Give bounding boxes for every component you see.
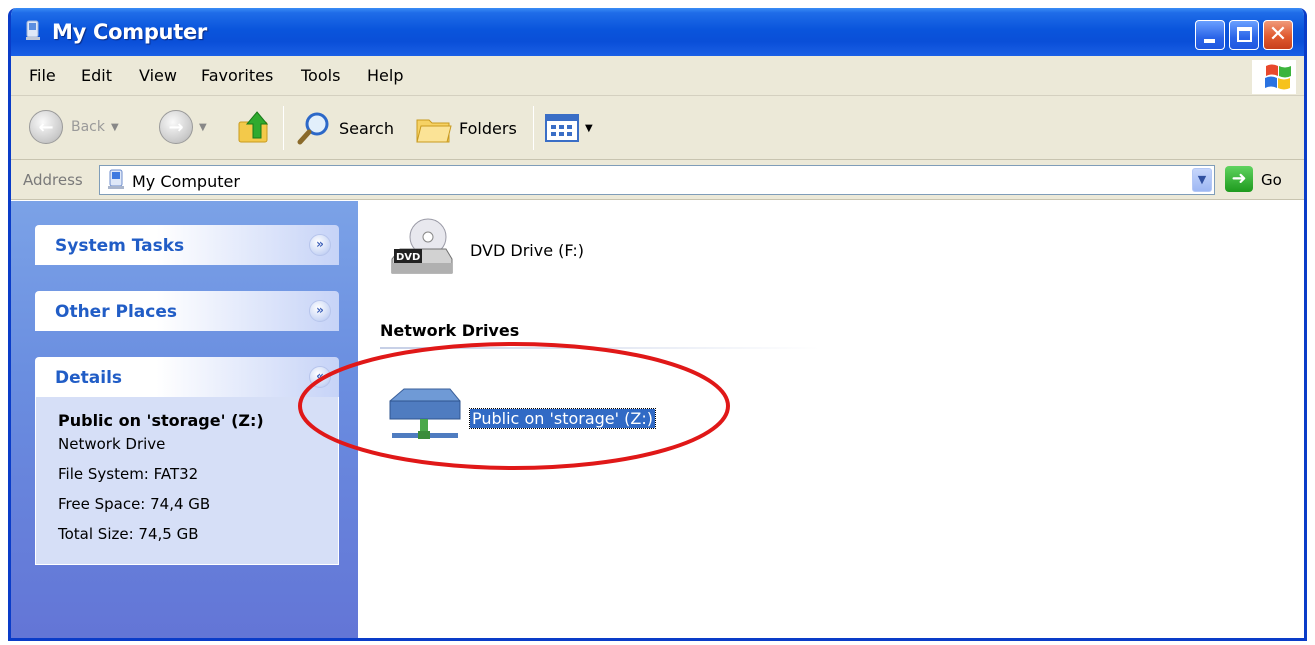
address-value: My Computer xyxy=(132,172,240,191)
windows-logo-icon xyxy=(1252,60,1296,94)
other-places-title: Other Places xyxy=(55,302,177,322)
search-label: Search xyxy=(339,118,394,138)
maximize-button[interactable] xyxy=(1229,20,1259,50)
close-button[interactable]: ✕ xyxy=(1263,20,1293,50)
search-icon xyxy=(297,112,329,145)
minimize-button[interactable] xyxy=(1195,20,1225,50)
toolbar-separator xyxy=(533,106,534,150)
chevron-down-icon: ▼ xyxy=(585,122,593,134)
go-arrow-icon[interactable]: ➜ xyxy=(1225,166,1253,192)
system-tasks-header[interactable]: System Tasks » xyxy=(35,225,339,265)
close-icon: ✕ xyxy=(1268,22,1288,47)
search-button[interactable]: Search xyxy=(297,110,394,146)
details-total-size: Total Size: 74,5 GB xyxy=(58,525,199,543)
menu-file[interactable]: File xyxy=(29,66,56,85)
collapse-chevron-icon[interactable]: « xyxy=(309,366,331,388)
folders-label: Folders xyxy=(459,118,517,138)
details-title: Details xyxy=(55,368,123,388)
details-item-type: Network Drive xyxy=(58,435,166,453)
details-panel: Public on 'storage' (Z:) Network Drive F… xyxy=(35,397,339,565)
dvd-drive-label[interactable]: DVD Drive (F:) xyxy=(470,241,584,260)
address-bar: Address My Computer ▼ ➜ Go xyxy=(11,160,1304,200)
details-free-space: Free Space: 74,4 GB xyxy=(58,495,211,513)
up-button[interactable] xyxy=(237,108,273,146)
forward-button[interactable]: → ▼ xyxy=(159,110,207,144)
address-label: Address xyxy=(23,171,83,189)
details-item-name: Public on 'storage' (Z:) xyxy=(58,411,264,430)
dvd-drive-icon[interactable]: DVD xyxy=(386,215,456,285)
menu-tools[interactable]: Tools xyxy=(301,66,340,85)
up-folder-icon xyxy=(238,111,269,143)
task-pane: System Tasks » Other Places » Details « … xyxy=(11,201,358,638)
network-drive-label[interactable]: Public on 'storage' (Z:) xyxy=(469,408,656,429)
back-label: Back xyxy=(71,119,105,135)
address-field[interactable]: My Computer ▼ xyxy=(99,165,1215,195)
standard-toolbar: ← Back ▼ → ▼ Search Folders ▼ xyxy=(11,96,1304,160)
forward-arrow-icon: → xyxy=(159,110,193,144)
address-dropdown-button[interactable]: ▼ xyxy=(1192,168,1212,192)
section-divider xyxy=(380,347,820,349)
content-pane: DVD DVD Drive (F:) Network Drives Public… xyxy=(358,201,1304,638)
computer-icon xyxy=(26,20,40,40)
menu-help[interactable]: Help xyxy=(367,66,403,85)
chevron-down-icon: ▼ xyxy=(111,121,119,133)
back-arrow-icon: ← xyxy=(29,110,63,144)
details-file-system: File System: FAT32 xyxy=(58,465,199,483)
toolbar-separator xyxy=(283,106,284,150)
folders-button[interactable]: Folders xyxy=(415,110,517,146)
menu-bar: File Edit View Favorites Tools Help xyxy=(11,56,1304,96)
go-button[interactable]: Go xyxy=(1261,171,1282,189)
computer-icon xyxy=(108,169,124,189)
explorer-window: My Computer ✕ File Edit View Favorites T… xyxy=(8,8,1307,641)
expand-chevron-icon[interactable]: » xyxy=(309,234,331,256)
maximize-icon xyxy=(1237,27,1252,42)
window-title: My Computer xyxy=(52,20,207,44)
views-icon xyxy=(545,114,579,142)
expand-chevron-icon[interactable]: » xyxy=(309,300,331,322)
chevron-down-icon: ▼ xyxy=(199,121,207,133)
svg-text:DVD: DVD xyxy=(396,252,420,263)
folders-icon xyxy=(416,119,452,143)
network-drives-heading: Network Drives xyxy=(380,321,520,340)
other-places-header[interactable]: Other Places » xyxy=(35,291,339,331)
menu-edit[interactable]: Edit xyxy=(81,66,112,85)
chevron-down-icon: ▼ xyxy=(1197,173,1207,186)
minimize-icon xyxy=(1204,39,1215,43)
network-drive-icon[interactable] xyxy=(386,383,464,451)
back-button[interactable]: ← Back ▼ xyxy=(29,110,119,144)
menu-view[interactable]: View xyxy=(139,66,177,85)
details-header[interactable]: Details « xyxy=(35,357,339,397)
title-bar[interactable]: My Computer ✕ xyxy=(11,8,1304,56)
system-tasks-title: System Tasks xyxy=(55,236,185,256)
views-button[interactable]: ▼ xyxy=(545,114,593,142)
menu-favorites[interactable]: Favorites xyxy=(201,66,273,85)
